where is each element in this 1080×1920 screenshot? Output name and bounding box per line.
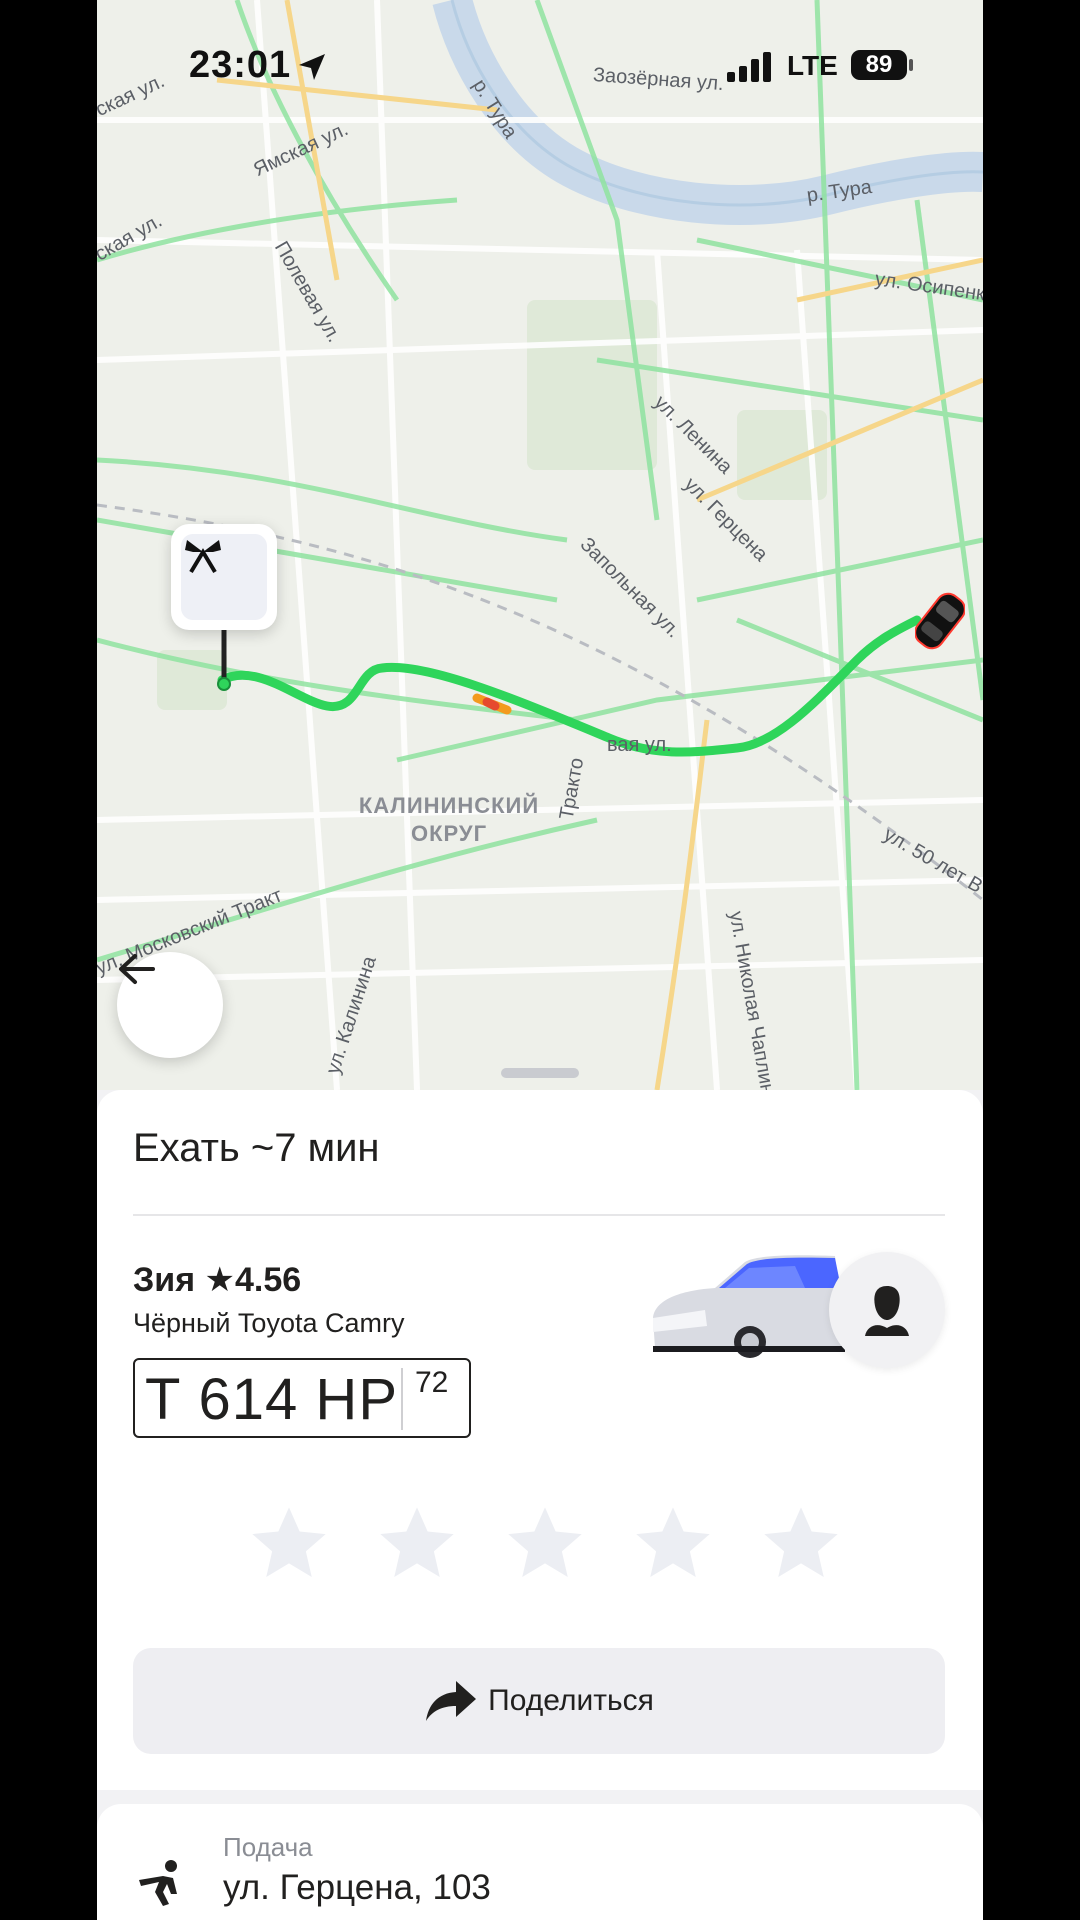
map-label: вая ул. — [607, 734, 672, 756]
driver-name-rating: Зия ★4.56 — [133, 1261, 302, 1299]
location-arrow-icon — [299, 54, 325, 80]
district-line: ОКРУГ — [410, 821, 488, 846]
pickup-caption: Подача — [223, 1832, 313, 1862]
eta-title: Ехать ~7 мин — [133, 1126, 380, 1170]
pickup-walk-icon — [139, 1860, 177, 1906]
star-icon[interactable] — [757, 1500, 845, 1588]
phone-screen: р. Тура р. Тура Ямская ул. ская ул. ская… — [97, 0, 983, 1920]
back-arrow-icon — [119, 954, 155, 984]
pickup-address: ул. Герцена, 103 — [223, 1868, 491, 1907]
battery-tip — [909, 59, 913, 71]
divider — [133, 1214, 945, 1216]
clock: 23:01 — [189, 44, 292, 86]
rating-stars[interactable] — [245, 1500, 845, 1590]
star-icon[interactable] — [245, 1500, 333, 1588]
share-label: Поделиться — [488, 1684, 654, 1717]
pin-inner — [181, 534, 267, 620]
network-label: LTE — [787, 50, 838, 81]
battery-icon: 89 — [851, 50, 907, 80]
car-description: Чёрный Toyota Camry — [133, 1308, 405, 1338]
trip-sheet: Ехать ~7 мин Зия ★4.56 Чёрный Toyota Cam… — [97, 1090, 983, 1790]
driver-avatar-icon — [865, 1286, 909, 1336]
car-marker-icon — [915, 592, 965, 650]
back-button[interactable] — [117, 952, 223, 1058]
district-label: КАЛИНИНСКИЙ ОКРУГ — [329, 792, 569, 848]
signal-icon — [727, 52, 771, 82]
plate-region: 72 — [415, 1366, 449, 1399]
pickup-pin[interactable] — [171, 524, 277, 630]
status-bar: 23:01 LTE 89 — [97, 38, 983, 88]
section-separator — [97, 1790, 983, 1804]
plate-number: Т 614 НР — [145, 1367, 398, 1432]
pickup-section[interactable]: Подача ул. Герцена, 103 — [97, 1804, 983, 1920]
star-icon[interactable] — [629, 1500, 717, 1588]
pickup-flags-icon — [185, 540, 221, 574]
share-arrow-icon — [426, 1681, 477, 1721]
license-plate: Т 614 НР 72 — [133, 1358, 471, 1438]
star-icon[interactable] — [501, 1500, 589, 1588]
map-view[interactable]: р. Тура р. Тура Ямская ул. ская ул. ская… — [97, 0, 983, 1090]
district-line: КАЛИНИНСКИЙ — [358, 793, 540, 818]
share-button[interactable]: Поделиться — [133, 1648, 945, 1754]
sheet-handle[interactable] — [501, 1068, 579, 1078]
driver-avatar-button[interactable] — [829, 1252, 945, 1368]
star-icon[interactable] — [373, 1500, 461, 1588]
plate-separator — [401, 1368, 403, 1430]
car-image — [653, 1255, 845, 1358]
